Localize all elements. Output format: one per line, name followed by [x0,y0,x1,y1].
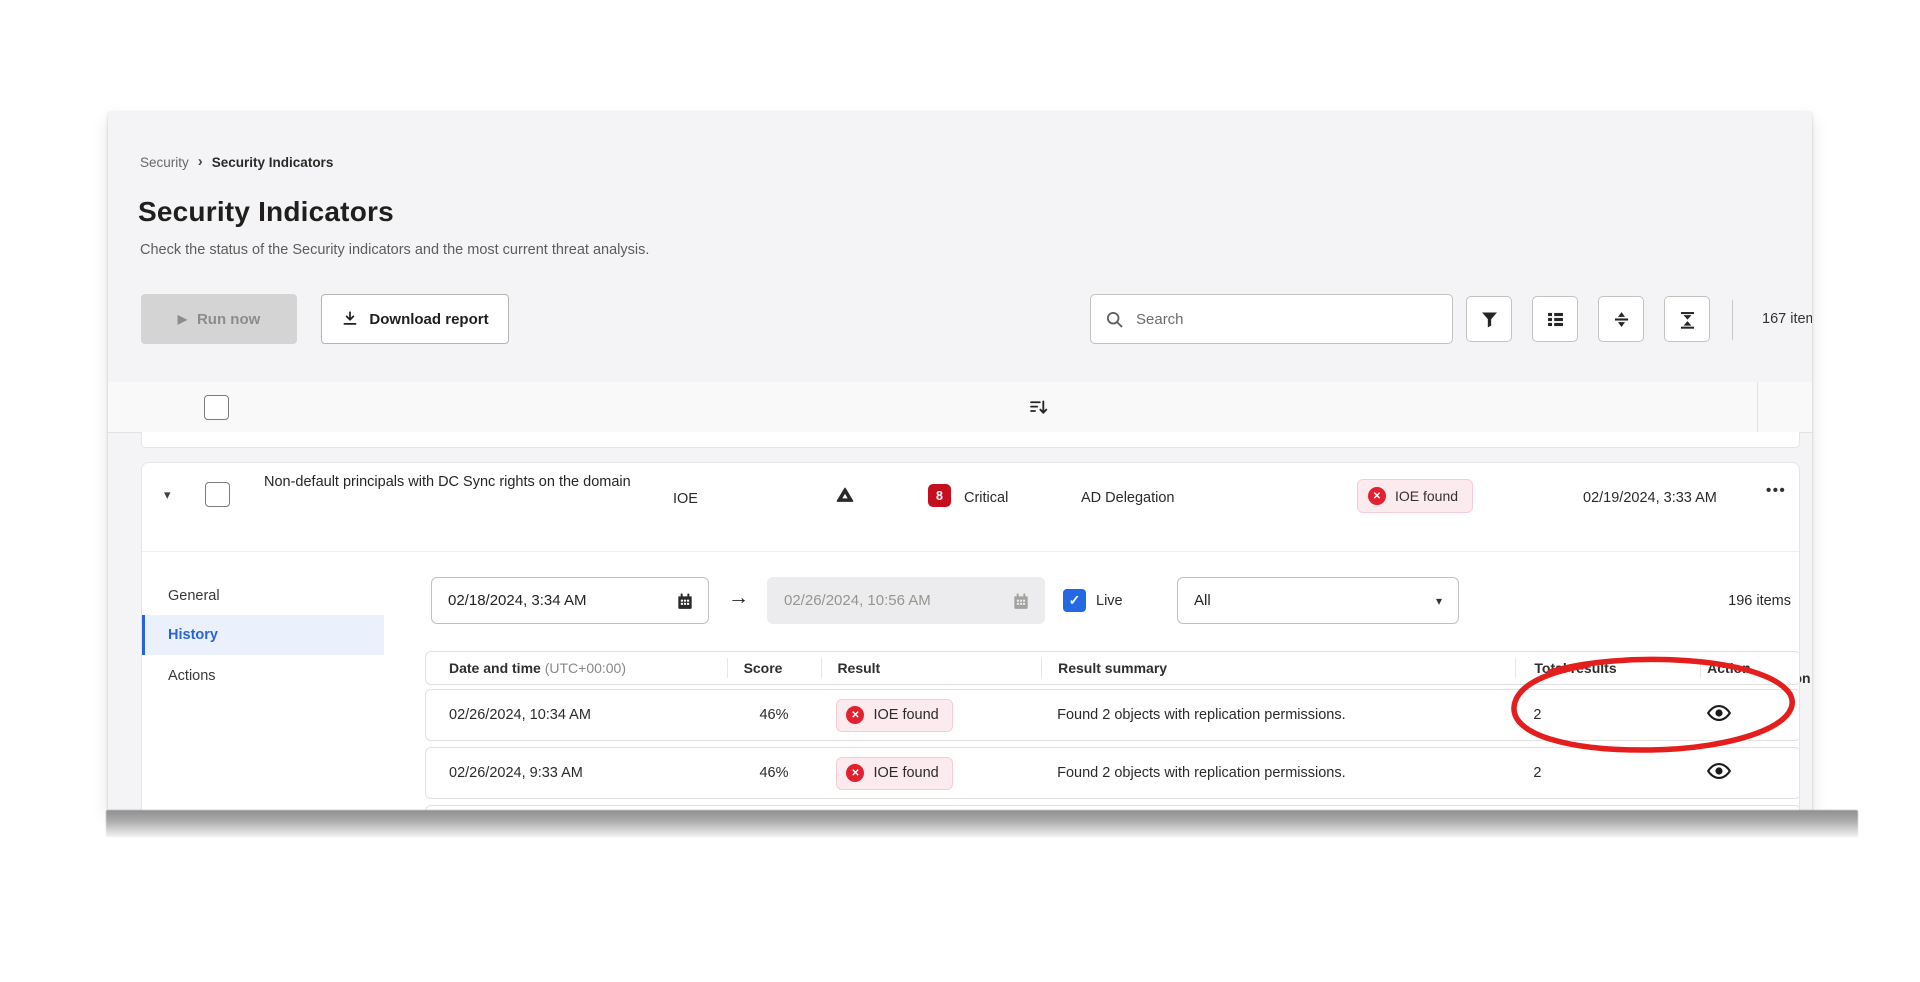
live-checkbox[interactable]: ✓ [1063,589,1086,612]
live-label: Live [1096,593,1123,609]
filter-button[interactable] [1466,296,1512,342]
history-column-summary[interactable]: Result summary [1041,658,1515,678]
indicator-expanded-card: ▾ Non-default principals with DC Sync ri… [141,462,1800,812]
screenshot-page: Security › Security Indicators Security … [0,0,1920,982]
history-row-1[interactable]: 02/26/2024, 10:34 AM 46% ✕ IOE found Fou… [425,689,1800,741]
category-value: AD Delegation [1081,490,1175,506]
error-circle-icon: ✕ [1368,487,1386,505]
tab-general[interactable]: General [168,588,220,604]
history-result-cell: ✕ IOE found [821,757,1041,790]
history-column-date[interactable]: Date and time (UTC+00:00) [426,658,727,678]
history-action-cell [1700,758,1800,788]
indicator-type-value: IOE [673,491,698,507]
history-result-cell: ✕ IOE found [821,699,1041,732]
result-badge: ✕ IOE found [1357,479,1473,513]
play-icon: ▶ [178,312,187,326]
eye-icon [1706,700,1732,726]
calendar-icon [675,591,695,611]
severity-score-badge: 8 [928,484,951,507]
view-result-button[interactable] [1706,700,1732,726]
bottom-cutoff-shadow [106,810,1858,837]
collapse-rows-icon [1677,309,1698,330]
result-badge: ✕ IOE found [836,757,952,790]
collapse-caret-icon[interactable]: ▾ [164,487,171,503]
run-now-label: Run now [197,311,260,328]
security-indicators-card: Security › Security Indicators Security … [108,112,1812,812]
error-circle-icon: ✕ [846,764,864,782]
column-settings-icon [1545,309,1566,330]
download-report-button[interactable]: Download report [321,294,509,344]
indicators-items-count: 167 items [1762,311,1812,327]
chevron-down-icon: ▾ [1436,594,1442,608]
toolbar-divider [1732,300,1733,340]
indicator-name[interactable]: Non-default principals with DC Sync righ… [264,473,676,493]
download-report-label: Download report [369,311,488,328]
download-icon [341,310,359,328]
sort-descending-icon[interactable] [1028,397,1049,418]
history-items-count: 196 items [1728,593,1791,609]
history-score: 46% [727,707,822,723]
filter-icon [1479,309,1500,330]
eye-icon [1706,758,1732,784]
result-badge-label: IOE found [1395,488,1458,504]
history-header-row: Date and time (UTC+00:00) Score Result R… [425,651,1800,685]
tab-history-active-bar [142,615,145,655]
history-column-action[interactable]: Action [1700,658,1800,678]
search-input[interactable] [1134,310,1438,329]
row-checkbox[interactable] [205,482,230,507]
run-now-button[interactable]: ▶ Run now [141,294,297,344]
search-box [1090,294,1453,344]
history-column-total[interactable]: Total results [1515,658,1700,678]
page-title: Security Indicators [138,196,394,228]
check-icon: ✓ [1069,592,1081,609]
row-height-button[interactable] [1598,296,1644,342]
history-score: 46% [727,765,822,781]
chevron-right-icon: › [198,153,203,170]
severity-label: Critical [964,490,1008,506]
arrow-right-icon: → [728,586,749,610]
history-column-result[interactable]: Result [821,658,1041,678]
history-action-cell [1700,700,1800,730]
category-filter-select[interactable]: All ▾ [1177,577,1459,624]
result-badge: ✕ IOE found [836,699,952,732]
breadcrumb-security-indicators: Security Indicators [212,155,334,170]
breadcrumb: Security › Security Indicators [140,154,333,171]
history-summary: Found 2 objects with replication permiss… [1041,707,1515,723]
history-column-score[interactable]: Score [727,658,822,678]
view-result-button[interactable] [1706,758,1732,784]
history-summary: Found 2 objects with replication permiss… [1041,765,1515,781]
date-from-input[interactable]: 02/18/2024, 3:34 AM [431,577,709,624]
select-all-checkbox[interactable] [204,395,229,420]
target-domain-icon [835,485,855,505]
history-date: 02/26/2024, 9:33 AM [426,765,727,781]
error-circle-icon: ✕ [846,706,864,724]
breadcrumb-security[interactable]: Security [140,155,189,170]
page-subtitle: Check the status of the Security indicat… [140,242,649,258]
history-column-date-timezone: (UTC+00:00) [545,660,626,676]
calendar-icon-disabled [1011,591,1031,611]
row-divider [142,551,1800,552]
search-icon [1105,310,1124,329]
more-actions-button[interactable]: ••• [1766,482,1786,499]
row-height-icon [1611,309,1632,330]
tab-actions[interactable]: Actions [168,668,216,684]
history-row-2[interactable]: 02/26/2024, 9:33 AM 46% ✕ IOE found Foun… [425,747,1800,799]
collapse-rows-button[interactable] [1664,296,1710,342]
tab-history[interactable]: History [168,627,218,643]
indicators-header-row: Indicator Indicator type Target Severity… [108,382,1812,433]
date-to-input: 02/26/2024, 10:56 AM [767,577,1045,624]
history-date: 02/26/2024, 10:34 AM [426,707,727,723]
scrolled-row-sliver [141,432,1800,448]
history-total-results: 2 [1515,707,1700,723]
column-settings-button[interactable] [1532,296,1578,342]
latest-alert-value: 02/19/2024, 3:33 AM [1583,490,1717,506]
history-total-results: 2 [1515,765,1700,781]
